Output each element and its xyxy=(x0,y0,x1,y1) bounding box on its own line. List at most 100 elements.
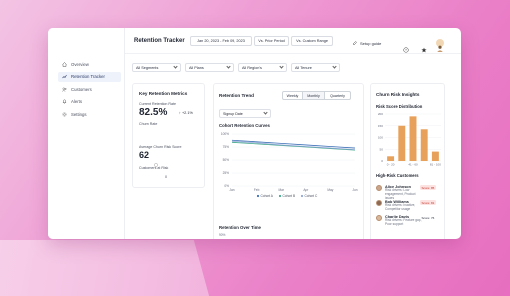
sidebar-item-alerts[interactable]: Alerts xyxy=(58,97,121,107)
top-header: Retention Tracker Jan 20, 2023 - Feb 09,… xyxy=(125,28,461,54)
users-icon xyxy=(62,87,67,92)
svg-text:?: ? xyxy=(405,48,407,52)
filter-bar: All Segments All Plans All Region's All … xyxy=(132,63,340,72)
chevron-down-icon xyxy=(263,110,268,115)
retention-trend-card: Retention Trend Weekly Monthly Quarterly… xyxy=(213,83,364,239)
bell-icon xyxy=(62,99,67,104)
cohort-by-select-value: Signup Date xyxy=(223,111,243,116)
app-window: Overview Retention Tracker Customers Ale… xyxy=(48,28,461,239)
sidebar-item-label: Retention Tracker xyxy=(71,74,105,79)
x-tick-label: Feb xyxy=(254,188,260,192)
at-risk-label: Customers at Risk xyxy=(139,166,169,170)
retention-over-time-title: Retention Over Time xyxy=(219,225,261,230)
risk-score-badge: Score: 76 xyxy=(420,215,436,220)
sidebar-item-label: Customers xyxy=(71,86,92,92)
card-title: Churn Risk Insights xyxy=(376,92,420,97)
tenure-filter[interactable]: All Tenure xyxy=(291,63,340,72)
legend-label: Cohort A xyxy=(261,194,274,198)
sidebar-item-label: Alerts xyxy=(71,99,82,104)
bar xyxy=(431,151,439,161)
bar xyxy=(398,125,406,161)
y-tick-label: 75% xyxy=(223,145,230,149)
sidebar-item-customers[interactable]: Customers xyxy=(58,84,121,94)
retention-rate-delta: ↑ +2.1% xyxy=(179,111,193,115)
region-filter-value: All Region's xyxy=(242,65,262,70)
date-range-picker[interactable]: Jan 20, 2023 - Feb 09, 2023 xyxy=(190,35,252,46)
plan-filter-value: All Plans xyxy=(189,65,204,70)
period-monthly[interactable]: Monthly xyxy=(303,91,325,100)
setup-guide-label: Setup guide xyxy=(360,41,382,46)
compare-prior-period-button[interactable]: Vs. Prior Period xyxy=(254,35,289,46)
churn-rate-label: Churn Rate xyxy=(139,122,158,126)
period-weekly[interactable]: Weekly xyxy=(282,91,303,100)
compare-custom-range-button[interactable]: Vs. Custom Range xyxy=(291,35,333,46)
churn-score-value: 62 xyxy=(139,150,150,160)
risk-drivers: Risk drivers: Low engagement, Product is… xyxy=(385,188,416,200)
high-risk-customer[interactable]: Bob Williams Risk drivers: Inactive, Com… xyxy=(376,200,425,212)
period-toggle: Weekly Monthly Quarterly xyxy=(282,91,351,100)
legend-marker xyxy=(256,194,260,198)
card-title: Key Retention Metrics xyxy=(139,91,188,96)
x-tick-label: Jan xyxy=(229,188,234,192)
chevron-down-icon xyxy=(279,64,284,69)
x-tick-label: Mar xyxy=(278,188,284,192)
y-tick-label: 50% xyxy=(223,158,230,162)
avatar xyxy=(376,200,382,206)
x-tick-label: 41 - 60 xyxy=(408,163,418,167)
y-tick-label: 150 xyxy=(378,124,383,128)
at-risk-value: 0 xyxy=(165,175,167,179)
y-tick-label: 50 xyxy=(380,147,384,151)
legend-label: Cohort B xyxy=(283,194,296,198)
sidebar-item-label: Overview xyxy=(71,61,89,67)
setup-guide-button[interactable]: Setup guide xyxy=(352,41,381,46)
x-tick-label: Apr xyxy=(303,188,309,192)
high-risk-customer[interactable]: Alice Johnson Risk drivers: Low engageme… xyxy=(376,185,425,201)
sidebar: Overview Retention Tracker Customers Ale… xyxy=(48,28,125,239)
period-quarterly[interactable]: Quarterly xyxy=(325,91,351,100)
sidebar-item-overview[interactable]: Overview xyxy=(58,59,121,69)
rocket-icon xyxy=(352,41,357,46)
x-tick-label: 0 - 20 xyxy=(387,163,395,167)
cohort-chart-title: Cohort Retention Curves xyxy=(219,123,270,128)
user-avatar[interactable] xyxy=(436,39,444,52)
chevron-down-icon xyxy=(332,64,337,69)
risk-distribution-chart: 200 150 100 50 0 0 - 20 41 - 60 81 - 100 xyxy=(378,112,441,167)
risk-drivers: Risk drivers: Feature gap, Poor support xyxy=(385,218,422,226)
trend-icon xyxy=(62,74,67,79)
y-tick-label: 200 xyxy=(378,112,383,116)
sidebar-item-label: Settings xyxy=(71,111,87,117)
cohort-by-select[interactable]: Signup Date xyxy=(219,109,271,118)
star-icon[interactable] xyxy=(421,40,427,53)
background-shape xyxy=(0,240,210,296)
key-metrics-card: Key Retention Metrics Current Retention … xyxy=(132,83,205,188)
risk-score-badge: Score: 81 xyxy=(420,200,436,205)
y-tick-label: 25% xyxy=(223,171,230,175)
sidebar-item-retention-tracker[interactable]: Retention Tracker xyxy=(58,71,121,82)
retention-rate-value: 82.5% xyxy=(139,107,168,118)
segment-filter[interactable]: All Segments xyxy=(132,63,181,72)
card-title: Retention Trend xyxy=(219,93,254,98)
risk-drivers: Risk drivers: Inactive, Competitor usage xyxy=(385,203,416,211)
segment-filter-value: All Segments xyxy=(136,65,159,70)
main-content: Retention Tracker Jan 20, 2023 - Feb 09,… xyxy=(125,28,461,239)
churn-insights-card: Churn Risk Insights Risk Score Distribut… xyxy=(370,83,445,239)
series-line xyxy=(231,140,356,150)
plan-filter[interactable]: All Plans xyxy=(185,63,234,72)
tenure-filter-value: All Tenure xyxy=(295,65,312,70)
risk-score-badge: Score: 85 xyxy=(420,185,436,190)
series-line xyxy=(231,141,356,151)
page-title: Retention Tracker xyxy=(134,37,185,44)
high-risk-customer[interactable]: Charlie Davis Risk drivers: Feature gap,… xyxy=(376,215,425,227)
cohort-retention-chart: 100%75%50%25%0%Jan Feb Mar Apr May JunCohort … xyxy=(221,132,358,198)
help-icon[interactable]: ? xyxy=(403,40,409,53)
x-tick-label: 81 - 100 xyxy=(430,163,441,167)
legend-marker xyxy=(278,194,282,198)
bar xyxy=(409,116,417,161)
high-risk-title: High-Risk Customers xyxy=(376,173,419,178)
avatar xyxy=(376,215,382,221)
region-filter[interactable]: All Region's xyxy=(238,63,287,72)
chevron-down-icon xyxy=(173,64,178,69)
sidebar-item-settings[interactable]: Settings xyxy=(58,109,121,119)
legend-label: Cohort C xyxy=(305,194,318,198)
churn-score-label: Average Churn Risk Score xyxy=(139,145,182,149)
